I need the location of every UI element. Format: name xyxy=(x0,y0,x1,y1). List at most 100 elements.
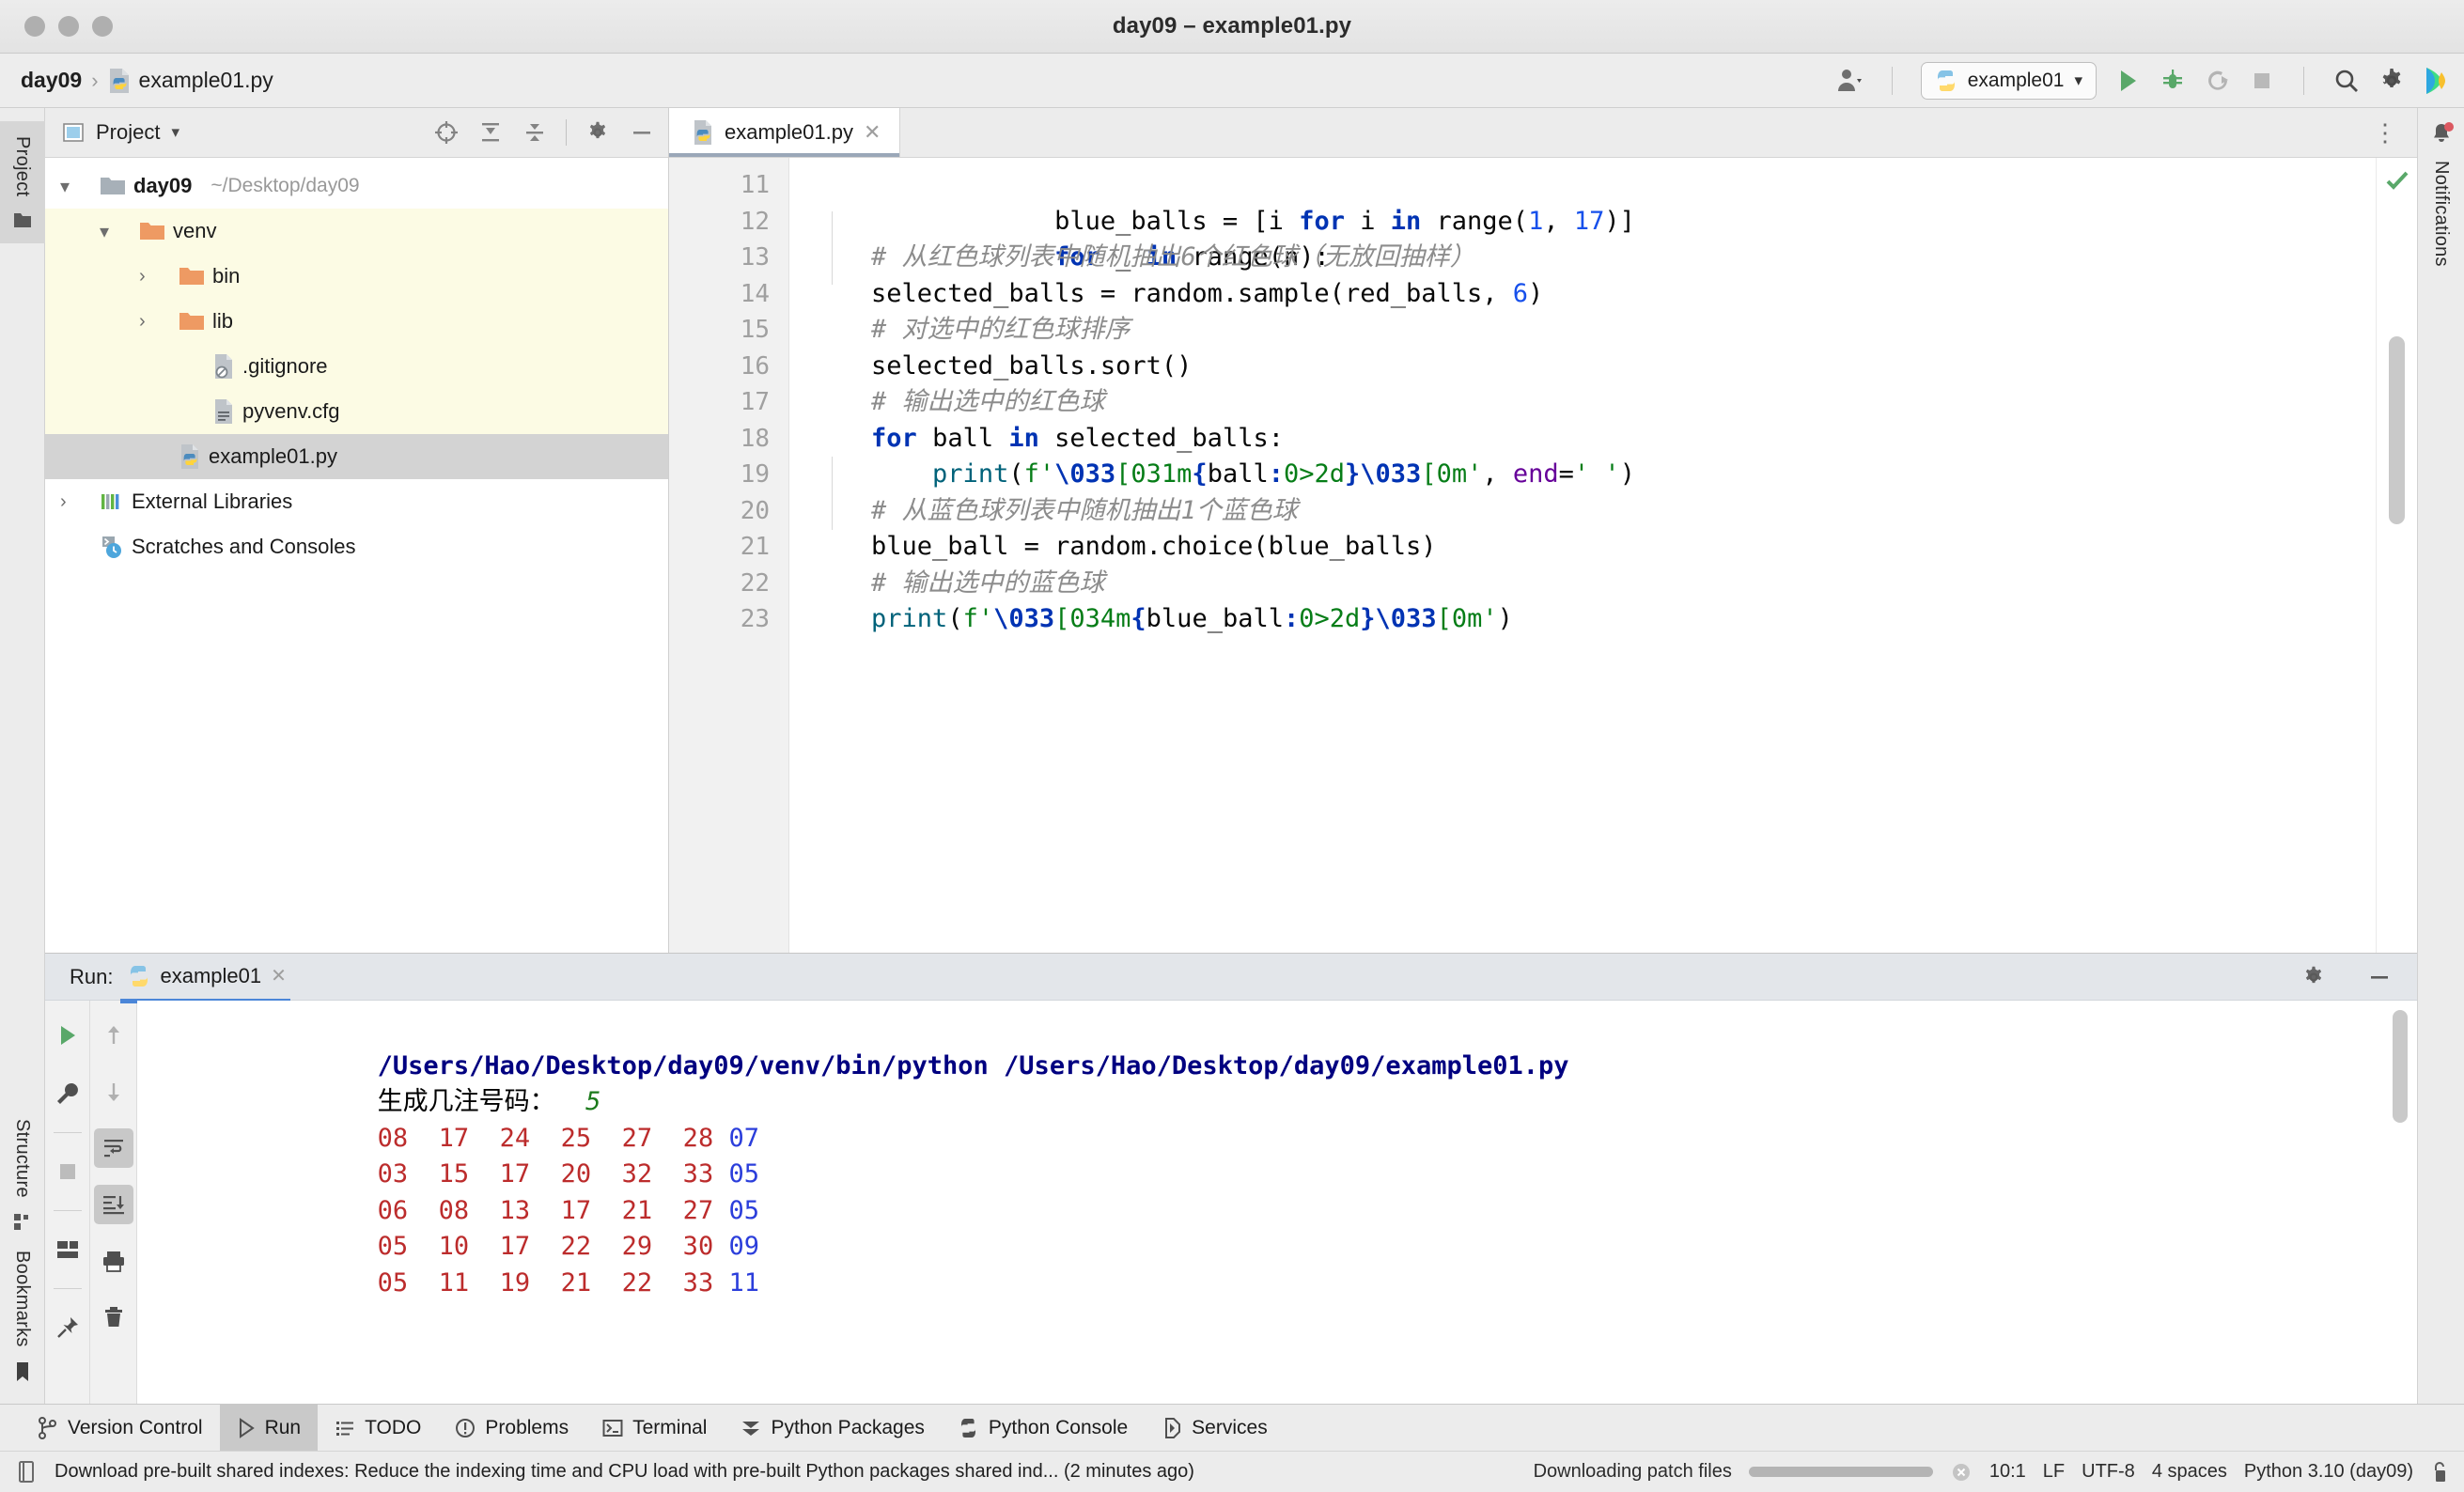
locate-icon[interactable] xyxy=(433,119,460,146)
run-with-coverage-button[interactable] xyxy=(2204,67,2232,95)
search-everywhere-button[interactable] xyxy=(2332,67,2361,95)
run-label: Run: xyxy=(70,964,114,988)
line-number: 12 xyxy=(740,207,770,236)
up-arrow-icon[interactable] xyxy=(94,1016,133,1055)
more-vertical-icon: ⋮ xyxy=(2373,117,2398,147)
tool-window-run[interactable]: Run xyxy=(219,1404,319,1452)
run-console-output[interactable]: /Users/Hao/Desktop/day09/venv/bin/python… xyxy=(137,1001,2417,1404)
file-encoding[interactable]: UTF-8 xyxy=(2082,1461,2135,1483)
user-account-icon[interactable] xyxy=(1835,67,1864,95)
chevron-right-icon[interactable]: › xyxy=(139,266,146,288)
console-scrollbar-thumb[interactable] xyxy=(2393,1010,2408,1123)
run-left-toolbar xyxy=(45,1001,90,1404)
rerun-icon[interactable] xyxy=(48,1016,87,1055)
hide-panel-icon[interactable] xyxy=(2366,964,2393,990)
line-number: 22 xyxy=(740,568,770,598)
chevron-down-icon[interactable]: ▾ xyxy=(60,175,70,198)
run-configuration-selector[interactable]: example01 ▾ xyxy=(1920,61,2097,100)
chevron-right-icon[interactable]: › xyxy=(139,311,146,333)
expand-all-icon[interactable] xyxy=(477,119,504,146)
tree-node-scratches-and-consoles[interactable]: Scratches and Consoles xyxy=(45,524,668,569)
code-editor[interactable]: 11 12 13 14 15 16 17 18 19 20 21 22 23 b… xyxy=(669,158,2417,953)
collapse-all-icon[interactable] xyxy=(522,119,548,146)
tree-node-example01-py[interactable]: example01.py xyxy=(45,434,668,479)
tool-window-services[interactable]: Services xyxy=(1145,1405,1285,1452)
pin-icon[interactable] xyxy=(48,1308,87,1347)
print-icon[interactable] xyxy=(94,1241,133,1281)
settings-button[interactable] xyxy=(2378,67,2406,95)
gear-icon[interactable] xyxy=(585,119,611,146)
toolbar-divider xyxy=(53,1288,82,1289)
tree-node-external-libraries[interactable]: › External Libraries xyxy=(45,479,668,524)
tree-node-day09[interactable]: ▾ day09 ~/Desktop/day09 xyxy=(45,163,668,209)
editor-tabs-more-button[interactable]: ⋮ xyxy=(2354,108,2417,157)
indent-setting[interactable]: 4 spaces xyxy=(2152,1461,2227,1483)
chevron-down-icon[interactable]: ▾ xyxy=(100,220,109,243)
run-tab-example01[interactable]: example01 ✕ xyxy=(120,964,291,1003)
tab-label: example01.py xyxy=(725,120,853,144)
sidebar-item-notifications[interactable]: Notifications xyxy=(2428,121,2455,272)
tree-label: example01.py xyxy=(209,444,337,468)
tree-node-gitignore[interactable]: .gitignore xyxy=(45,344,668,389)
breadcrumb-project[interactable]: day09 xyxy=(21,68,82,93)
tree-node-bin[interactable]: › bin xyxy=(45,254,668,299)
stop-icon[interactable] xyxy=(48,1152,87,1191)
folder-excluded-icon xyxy=(140,223,164,240)
hide-panel-icon[interactable] xyxy=(629,119,655,146)
index-icon[interactable] xyxy=(17,1460,38,1484)
tool-window-todo[interactable]: TODO xyxy=(318,1405,438,1452)
list-icon xyxy=(336,1421,354,1436)
sidebar-item-project[interactable]: Project xyxy=(0,121,45,244)
down-arrow-icon[interactable] xyxy=(94,1072,133,1111)
editor-right-gutter[interactable] xyxy=(2376,158,2417,953)
trash-icon[interactable] xyxy=(94,1298,133,1337)
tool-window-problems[interactable]: Problems xyxy=(438,1405,585,1452)
chevron-right-icon[interactable]: › xyxy=(60,491,67,513)
stop-button[interactable] xyxy=(2249,68,2275,94)
tool-window-version-control[interactable]: Version Control xyxy=(21,1405,220,1452)
tool-window-python-console[interactable]: Python Console xyxy=(942,1405,1145,1452)
ticket-blue-number: 05 xyxy=(728,1159,759,1189)
left-tool-rail: Project Structure Bookmarks xyxy=(0,108,45,1404)
tree-node-lib[interactable]: › lib xyxy=(45,299,668,344)
layout-icon[interactable] xyxy=(48,1230,87,1269)
run-button[interactable] xyxy=(2113,67,2142,95)
tool-window-label: Problems xyxy=(485,1416,569,1438)
cancel-icon[interactable] xyxy=(1950,1461,1973,1484)
debug-button[interactable] xyxy=(2159,67,2187,95)
console-prompt-value: 5 xyxy=(585,1087,601,1116)
tree-node-pyvenv-cfg[interactable]: pyvenv.cfg xyxy=(45,389,668,434)
line-separator[interactable]: LF xyxy=(2043,1461,2065,1483)
tree-node-venv[interactable]: ▾ venv xyxy=(45,209,668,254)
caret-position[interactable]: 10:1 xyxy=(1989,1461,2026,1483)
editor-scrollbar-thumb[interactable] xyxy=(2389,336,2405,524)
status-bar: Download pre-built shared indexes: Reduc… xyxy=(0,1451,2464,1492)
breadcrumb-file[interactable]: example01.py xyxy=(108,68,273,94)
updates-icon[interactable] xyxy=(2423,66,2447,96)
tool-window-terminal[interactable]: Terminal xyxy=(585,1405,724,1452)
code-line: # 输出选中的蓝色球 xyxy=(810,567,1105,598)
code-text[interactable]: blue_balls = [i for i in range(1, 17)] f… xyxy=(789,158,2376,953)
close-icon[interactable]: ✕ xyxy=(271,964,287,987)
rail-label-bookmarks: Bookmarks xyxy=(12,1251,33,1347)
wrench-icon[interactable] xyxy=(48,1074,87,1113)
indent-guide xyxy=(832,457,833,530)
gear-icon[interactable] xyxy=(2300,964,2327,990)
project-tree[interactable]: ▾ day09 ~/Desktop/day09 ▾ venv › bin › l… xyxy=(45,158,668,953)
tab-example01-py[interactable]: example01.py ✕ xyxy=(669,108,901,157)
tool-window-python-packages[interactable]: Python Packages xyxy=(724,1405,941,1452)
tree-label: lib xyxy=(212,309,234,333)
status-message[interactable]: Download pre-built shared indexes: Reduc… xyxy=(55,1461,1194,1483)
gitignore-file-icon xyxy=(215,354,232,379)
close-icon[interactable]: ✕ xyxy=(864,120,881,145)
scroll-to-end-icon[interactable] xyxy=(93,1185,133,1224)
soft-wrap-icon[interactable] xyxy=(93,1128,133,1168)
ok-check-icon[interactable] xyxy=(2384,167,2410,194)
project-scope-chevron-icon[interactable]: ▾ xyxy=(171,123,179,142)
unlocked-icon[interactable] xyxy=(2430,1460,2449,1484)
sidebar-item-structure[interactable]: Structure xyxy=(11,1113,33,1232)
ticket-blue-number: 07 xyxy=(728,1123,759,1153)
tree-label: bin xyxy=(212,264,241,288)
python-interpreter[interactable]: Python 3.10 (day09) xyxy=(2244,1461,2413,1483)
sidebar-item-bookmarks[interactable]: Bookmarks xyxy=(11,1245,33,1383)
